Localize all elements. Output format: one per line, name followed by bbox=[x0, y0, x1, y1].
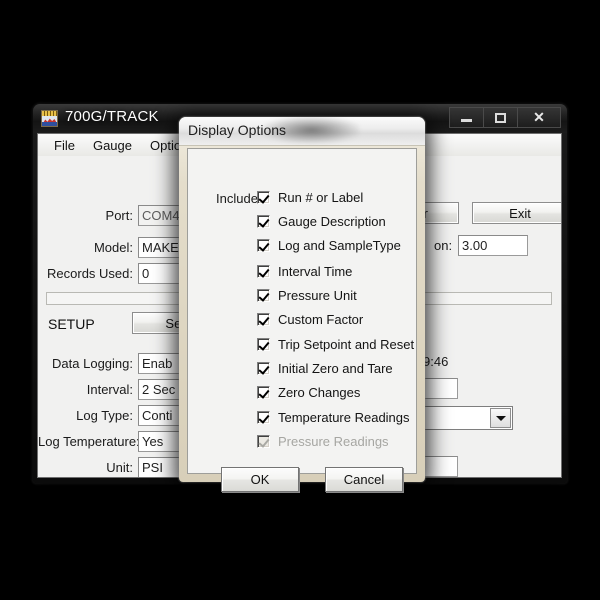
model-label: Model: bbox=[93, 240, 133, 255]
chevron-down-icon[interactable] bbox=[490, 408, 511, 428]
checkbox-interval-time[interactable] bbox=[257, 265, 270, 278]
records-used-label: Records Used: bbox=[47, 266, 133, 281]
dialog-body: Include: Run # or Label Gauge Descriptio… bbox=[187, 148, 417, 492]
checkbox-label-run-number: Run # or Label bbox=[278, 190, 364, 205]
checkbox-row-gauge-description[interactable]: Gauge Description bbox=[257, 214, 386, 229]
checkbox-label-interval-time: Interval Time bbox=[278, 264, 353, 279]
dialog-title: Display Options bbox=[188, 122, 287, 138]
dialog-titlebar[interactable]: Display Options bbox=[179, 117, 425, 146]
cancel-button[interactable]: Cancel bbox=[325, 467, 403, 492]
checkbox-row-pressure-unit[interactable]: Pressure Unit bbox=[257, 288, 357, 303]
include-label: Include: bbox=[216, 191, 262, 206]
checkbox-zero-changes[interactable] bbox=[257, 386, 270, 399]
checkbox-pressure-unit[interactable] bbox=[257, 289, 270, 302]
checkbox-initial-zero-and-tare[interactable] bbox=[257, 362, 270, 375]
interval-label: Interval: bbox=[86, 382, 133, 397]
checkbox-trip-setpoint-and-reset[interactable] bbox=[257, 338, 270, 351]
checkbox-label-pressure-unit: Pressure Unit bbox=[278, 288, 357, 303]
port-label: Port: bbox=[105, 208, 133, 223]
checkbox-log-and-sampletype[interactable] bbox=[257, 239, 270, 252]
checkbox-row-custom-factor[interactable]: Custom Factor bbox=[257, 312, 363, 327]
checkbox-row-zero-changes[interactable]: Zero Changes bbox=[257, 385, 360, 400]
checkbox-label-trip-setpoint-and-reset: Trip Setpoint and Reset bbox=[278, 337, 415, 352]
checkbox-pressure-readings bbox=[257, 435, 270, 448]
display-options-dialog: Display Options Include: Run # or Label … bbox=[179, 117, 425, 492]
minimize-button[interactable] bbox=[449, 107, 484, 128]
checkbox-row-interval-time[interactable]: Interval Time bbox=[257, 264, 352, 279]
checkbox-gauge-description[interactable] bbox=[257, 215, 270, 228]
window-controls: ✕ bbox=[449, 107, 561, 128]
exit-button[interactable]: Exit bbox=[472, 202, 561, 224]
checkbox-temperature-readings[interactable] bbox=[257, 411, 270, 424]
window-title: 700G/TRACK bbox=[65, 108, 159, 125]
checkbox-row-trip-setpoint-and-reset[interactable]: Trip Setpoint and Reset bbox=[257, 337, 414, 352]
checkbox-label-gauge-description: Gauge Description bbox=[278, 214, 386, 229]
close-button[interactable]: ✕ bbox=[517, 107, 561, 128]
checkbox-row-pressure-readings: Pressure Readings bbox=[257, 434, 389, 449]
checkbox-label-initial-zero-and-tare: Initial Zero and Tare bbox=[278, 361, 393, 376]
version-label: on: bbox=[434, 238, 453, 253]
menu-item-file[interactable]: File bbox=[45, 136, 84, 155]
checkbox-run-number[interactable] bbox=[257, 191, 270, 204]
data-logging-label: Data Logging: bbox=[52, 356, 133, 371]
checkbox-label-custom-factor: Custom Factor bbox=[278, 312, 364, 327]
checkbox-custom-factor[interactable] bbox=[257, 313, 270, 326]
gauge-app-icon bbox=[41, 110, 58, 127]
checkbox-label-log-and-sampletype: Log and SampleType bbox=[278, 238, 401, 253]
unit-label: Unit: bbox=[106, 460, 133, 475]
checkbox-row-log-and-sampletype[interactable]: Log and SampleType bbox=[257, 238, 401, 253]
checkbox-row-initial-zero-and-tare[interactable]: Initial Zero and Tare bbox=[257, 361, 393, 376]
checkbox-row-temperature-readings[interactable]: Temperature Readings bbox=[257, 410, 410, 425]
ok-button[interactable]: OK bbox=[221, 467, 299, 492]
maximize-button[interactable] bbox=[483, 107, 518, 128]
log-type-label: Log Type: bbox=[76, 408, 133, 423]
checkbox-label-zero-changes: Zero Changes bbox=[278, 385, 361, 400]
checkbox-row-run-number[interactable]: Run # or Label bbox=[257, 190, 363, 205]
checkbox-label-pressure-readings: Pressure Readings bbox=[278, 434, 389, 449]
timestamp-text: 9:46 bbox=[423, 354, 449, 369]
setup-heading: SETUP bbox=[48, 316, 95, 332]
menu-item-gauge[interactable]: Gauge bbox=[84, 136, 141, 155]
version-input[interactable]: 3.00 bbox=[458, 235, 528, 256]
checkbox-label-temperature-readings: Temperature Readings bbox=[278, 410, 410, 425]
desktop-background: 700G/TRACK ✕ File Gauge Options Port: CO… bbox=[0, 0, 600, 600]
log-temperature-label: Log Temperature: bbox=[38, 434, 140, 449]
